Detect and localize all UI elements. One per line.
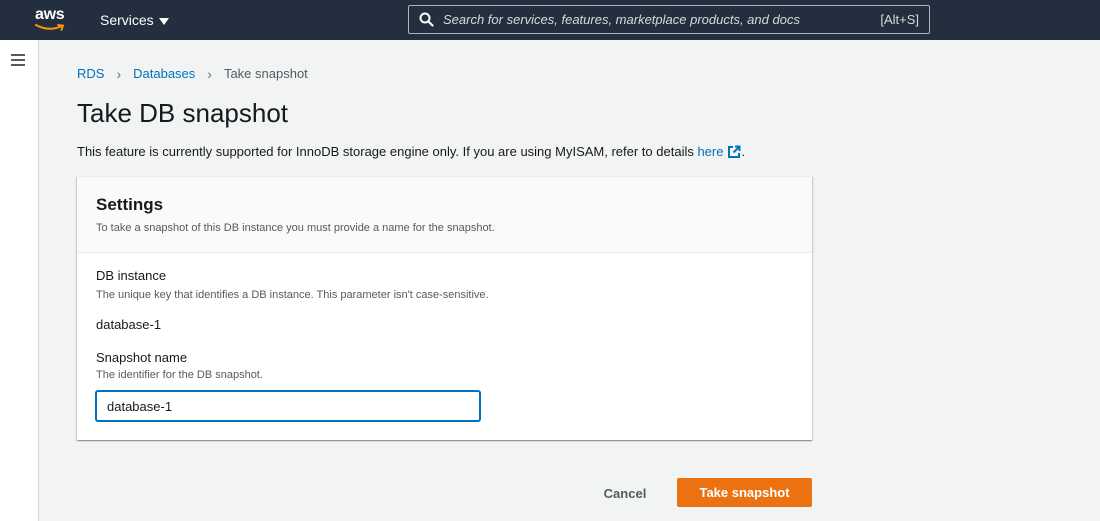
services-label: Services [100,12,154,28]
details-link-label: here [697,144,724,159]
search-icon [419,12,434,27]
page-title: Take DB snapshot [77,98,289,128]
search-bar[interactable]: Search for services, features, marketpla… [408,5,930,34]
caret-down-icon [158,17,169,25]
services-menu-button[interactable]: Services [100,11,169,29]
settings-description: To take a snapshot of this DB instance y… [96,222,495,234]
db-instance-label: DB instance [96,268,167,283]
aws-smile-icon [35,24,65,31]
storage-engine-notice: This feature is currently supported for … [77,144,745,160]
cancel-button[interactable]: Cancel [586,479,664,507]
settings-header: Settings To take a snapshot of this DB i… [77,177,812,253]
breadcrumb-rds[interactable]: RDS [77,66,104,82]
db-instance-value: database-1 [96,317,162,332]
aws-logo-text: aws [35,6,65,23]
menu-icon[interactable] [11,54,25,66]
breadcrumb-databases[interactable]: Databases [133,66,195,82]
breadcrumb: RDS › Databases › Take snapshot [77,66,308,82]
external-link-icon [728,145,741,158]
snapshot-name-input[interactable] [96,391,480,421]
settings-panel: Settings To take a snapshot of this DB i… [77,176,812,440]
chevron-right-icon: › [207,66,212,82]
notice-end: . [741,144,746,159]
details-link[interactable]: here [697,144,741,159]
chevron-right-icon: › [116,66,122,82]
snapshot-name-description: The identifier for the DB snapshot. [96,369,263,381]
snapshot-name-label: Snapshot name [96,350,188,365]
breadcrumb-current: Take snapshot [223,66,308,81]
settings-title: Settings [96,195,164,214]
take-snapshot-button[interactable]: Take snapshot [677,478,812,507]
aws-logo[interactable]: aws [35,6,69,34]
side-navigation-rail [0,40,39,521]
search-shortcut: [Alt+S] [880,12,919,27]
db-instance-description: The unique key that identifies a DB inst… [96,289,489,301]
notice-text: This feature is currently supported for … [77,144,698,159]
top-navigation: aws Services Search for services, featur… [0,0,1100,40]
search-placeholder: Search for services, features, marketpla… [443,12,800,27]
